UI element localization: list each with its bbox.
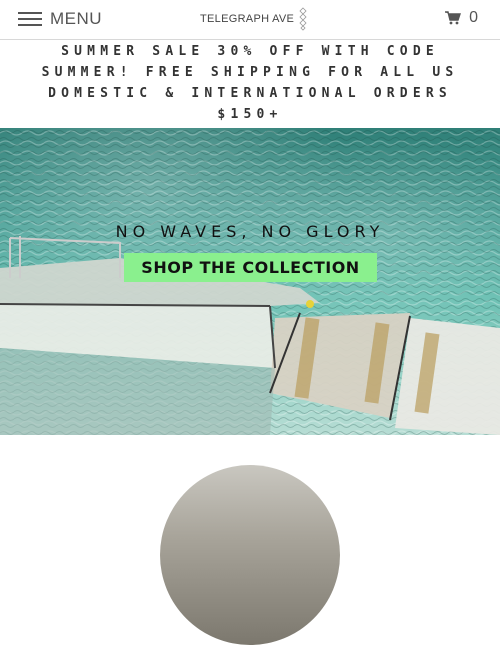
cart-button[interactable]: 0 bbox=[445, 9, 478, 27]
menu-label: MENU bbox=[50, 9, 103, 28]
site-logo[interactable]: TELEGRAPH AVE bbox=[200, 6, 308, 32]
logo-text: TELEGRAPH AVE bbox=[200, 13, 295, 25]
shopping-cart-icon bbox=[445, 11, 462, 25]
promo-line: DOMESTIC & INTERNATIONAL ORDERS bbox=[48, 86, 452, 101]
promo-banner: SUMMER SALE 30% OFF WITH CODE SUMMER! FR… bbox=[0, 40, 500, 128]
menu-button[interactable]: MENU bbox=[18, 8, 102, 30]
cart-count: 0 bbox=[469, 9, 478, 26]
featured-circle-image[interactable] bbox=[160, 465, 340, 645]
shop-collection-button[interactable]: SHOP THE COLLECTION bbox=[124, 253, 377, 282]
hero-title: NO WAVES, NO GLORY bbox=[115, 222, 385, 241]
site-header: MENU TELEGRAPH AVE 0 bbox=[0, 0, 500, 40]
promo-line: SUMMER SALE 30% OFF WITH CODE bbox=[61, 44, 439, 59]
diamond-logo-icon bbox=[299, 7, 307, 31]
hero-banner[interactable]: NO WAVES, NO GLORY SHOP THE COLLECTION bbox=[0, 128, 500, 435]
hamburger-icon bbox=[18, 12, 42, 26]
featured-section bbox=[0, 435, 500, 645]
promo-line: $150+ bbox=[217, 107, 283, 122]
promo-line: SUMMER! FREE SHIPPING FOR ALL US bbox=[41, 65, 459, 80]
